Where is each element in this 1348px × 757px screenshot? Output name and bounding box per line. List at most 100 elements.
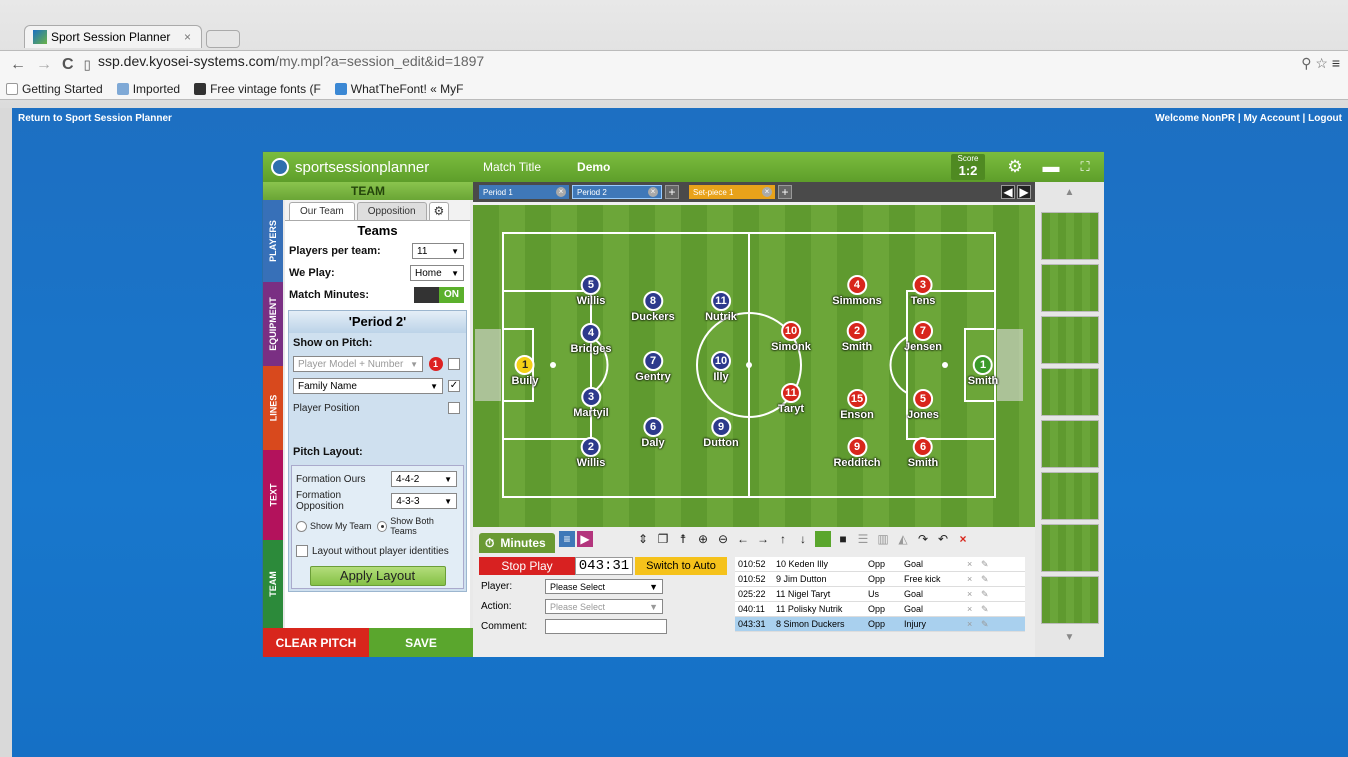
tab-our-team[interactable]: Our Team	[289, 202, 355, 220]
close-icon[interactable]: ×	[184, 30, 191, 44]
copy-icon[interactable]: ❐	[655, 531, 671, 547]
return-link[interactable]: Return to Sport Session Planner	[18, 113, 172, 124]
close-icon[interactable]: ×	[648, 187, 658, 197]
delete-icon[interactable]: ×	[967, 559, 981, 569]
resize-icon[interactable]: ⇕	[635, 531, 651, 547]
player-marker[interactable]: 9 Redditch	[833, 437, 881, 469]
show-both-option[interactable]: Show Both Teams	[377, 516, 457, 536]
color-icon[interactable]	[815, 531, 831, 547]
vtab-text[interactable]: TEXT	[263, 450, 283, 540]
vtab-equipment[interactable]: EQUIPMENT	[263, 282, 283, 366]
pitch-thumbnail[interactable]	[1041, 420, 1099, 468]
we-play-select[interactable]: Home ▼	[410, 265, 464, 281]
bookmark-item[interactable]: Imported	[116, 82, 180, 96]
model-checkbox[interactable]	[448, 358, 460, 370]
fullscreen-icon[interactable]: ⛶	[1075, 157, 1095, 177]
bookmark-item[interactable]: WhatTheFont! « MyF	[334, 82, 464, 96]
zoom-out-icon[interactable]: ⊖	[715, 531, 731, 547]
tab-period-2[interactable]: Period 2 ×	[572, 185, 662, 199]
chevron-down-icon[interactable]: ▼	[1035, 632, 1104, 643]
layout-without-checkbox[interactable]	[296, 545, 308, 557]
chevron-up-icon[interactable]: ▲	[1035, 182, 1104, 204]
arrow-left-icon[interactable]: ←	[735, 531, 751, 547]
player-marker[interactable]: 6 Smith	[908, 437, 938, 469]
player-marker[interactable]: 2 Willis	[577, 437, 605, 469]
player-marker[interactable]: 4 Simmons	[832, 275, 882, 307]
close-icon[interactable]: ×	[955, 531, 971, 547]
account-links[interactable]: Welcome NonPR | My Account | Logout	[1155, 113, 1342, 124]
match-clock[interactable]: 043:31	[575, 557, 633, 575]
player-marker[interactable]: 11 Nutrik	[705, 291, 737, 323]
bookmark-item[interactable]: Free vintage fonts (F	[194, 82, 321, 96]
add-set-piece-button[interactable]: +	[778, 185, 792, 199]
log-row[interactable]: 040:11 11 Polisky Nutrik Opp Goal × ✎	[735, 602, 1025, 617]
player-marker[interactable]: 5 Jones	[907, 389, 939, 421]
arrow-down-icon[interactable]: ↓	[795, 531, 811, 547]
player-marker[interactable]: 11 Taryt	[778, 383, 804, 415]
close-icon[interactable]: ×	[556, 187, 566, 197]
save-button[interactable]: SAVE	[369, 628, 473, 657]
star-icon[interactable]: ☆	[1315, 55, 1328, 71]
scroll-left-icon[interactable]: ◀	[1001, 185, 1015, 199]
pitch-thumbnail[interactable]	[1041, 316, 1099, 364]
delete-icon[interactable]: ×	[967, 604, 981, 614]
vtab-lines[interactable]: LINES	[263, 366, 283, 450]
play-icon[interactable]: ▶	[577, 531, 593, 547]
new-tab-button[interactable]	[206, 30, 240, 48]
forward-icon[interactable]: →	[36, 56, 52, 74]
player-marker[interactable]: 1 Buily	[512, 355, 538, 387]
player-icon[interactable]: ☨	[675, 531, 691, 547]
player-marker[interactable]: 9 Dutton	[703, 417, 739, 449]
delete-icon[interactable]: ×	[967, 619, 981, 629]
arrow-up-icon[interactable]: ↑	[775, 531, 791, 547]
player-marker[interactable]: 6 Daly	[641, 417, 665, 449]
pitch-thumbnail[interactable]	[1041, 264, 1099, 312]
player-marker[interactable]: 7 Jensen	[904, 321, 942, 353]
edit-icon[interactable]: ✎	[981, 559, 995, 570]
edit-icon[interactable]: ✎	[981, 574, 995, 585]
match-title-value[interactable]: Demo	[577, 160, 610, 174]
player-select[interactable]: Please Select ▼	[545, 579, 663, 594]
align-icon[interactable]: ☰	[855, 531, 871, 547]
settings-gear-icon[interactable]: ⚙	[1005, 157, 1025, 177]
formation-opp-select[interactable]: 4-3-3 ▼	[391, 493, 457, 509]
match-minutes-toggle[interactable]: ON	[414, 287, 464, 303]
back-icon[interactable]: ←	[10, 56, 26, 74]
stop-play-button[interactable]: Stop Play	[479, 557, 575, 575]
layout-without-option[interactable]: Layout without player identities	[296, 545, 449, 557]
flip-icon[interactable]: ◭	[895, 531, 911, 547]
player-marker[interactable]: 10 Simonk	[771, 321, 811, 353]
player-marker[interactable]: 10 Illy	[711, 351, 731, 383]
pitch-thumbnail[interactable]	[1041, 368, 1099, 416]
player-marker[interactable]: 5 Willis	[577, 275, 605, 307]
player-marker[interactable]: 15 Enson	[840, 389, 874, 421]
browser-tab[interactable]: Sport Session Planner ×	[24, 25, 202, 48]
log-row[interactable]: 043:31 8 Simon Duckers Opp Injury × ✎	[735, 617, 1025, 632]
pitch-thumbnail[interactable]	[1041, 472, 1099, 520]
name-checkbox[interactable]: ✓	[448, 380, 460, 392]
radio-both-teams[interactable]	[377, 520, 388, 532]
delete-icon[interactable]: ×	[967, 589, 981, 599]
player-marker[interactable]: 1 Smith	[968, 355, 998, 387]
arrow-right-icon[interactable]: →	[755, 531, 771, 547]
delete-icon[interactable]: ×	[967, 574, 981, 584]
action-select[interactable]: Please Select ▼	[545, 599, 663, 614]
delete-icon[interactable]: ▥	[875, 531, 891, 547]
pitch-thumbnail[interactable]	[1041, 212, 1099, 260]
players-per-team-select[interactable]: 11 ▼	[412, 243, 464, 259]
position-checkbox[interactable]	[448, 402, 460, 414]
address-bar[interactable]: ssp.dev.kyosei-systems.com/my.mpl?a=sess…	[98, 53, 484, 69]
log-row[interactable]: 010:52 10 Keden Illy Opp Goal × ✎	[735, 557, 1025, 572]
switch-to-auto-button[interactable]: Switch to Auto	[635, 557, 727, 575]
apply-layout-button[interactable]: Apply Layout	[309, 566, 446, 586]
comment-input[interactable]	[545, 619, 667, 634]
add-period-button[interactable]: +	[665, 185, 679, 199]
bookmark-item[interactable]: Getting Started	[6, 82, 103, 96]
player-marker[interactable]: 4 Bridges	[571, 323, 611, 355]
zoom-in-icon[interactable]: ⊕	[695, 531, 711, 547]
name-select[interactable]: Family Name ▼	[293, 378, 443, 394]
tab-opposition[interactable]: Opposition	[356, 202, 427, 220]
player-marker[interactable]: 8 Duckers	[631, 291, 675, 323]
formation-ours-select[interactable]: 4-4-2 ▼	[391, 471, 457, 487]
log-row[interactable]: 025:22 11 Nigel Taryt Us Goal × ✎	[735, 587, 1025, 602]
